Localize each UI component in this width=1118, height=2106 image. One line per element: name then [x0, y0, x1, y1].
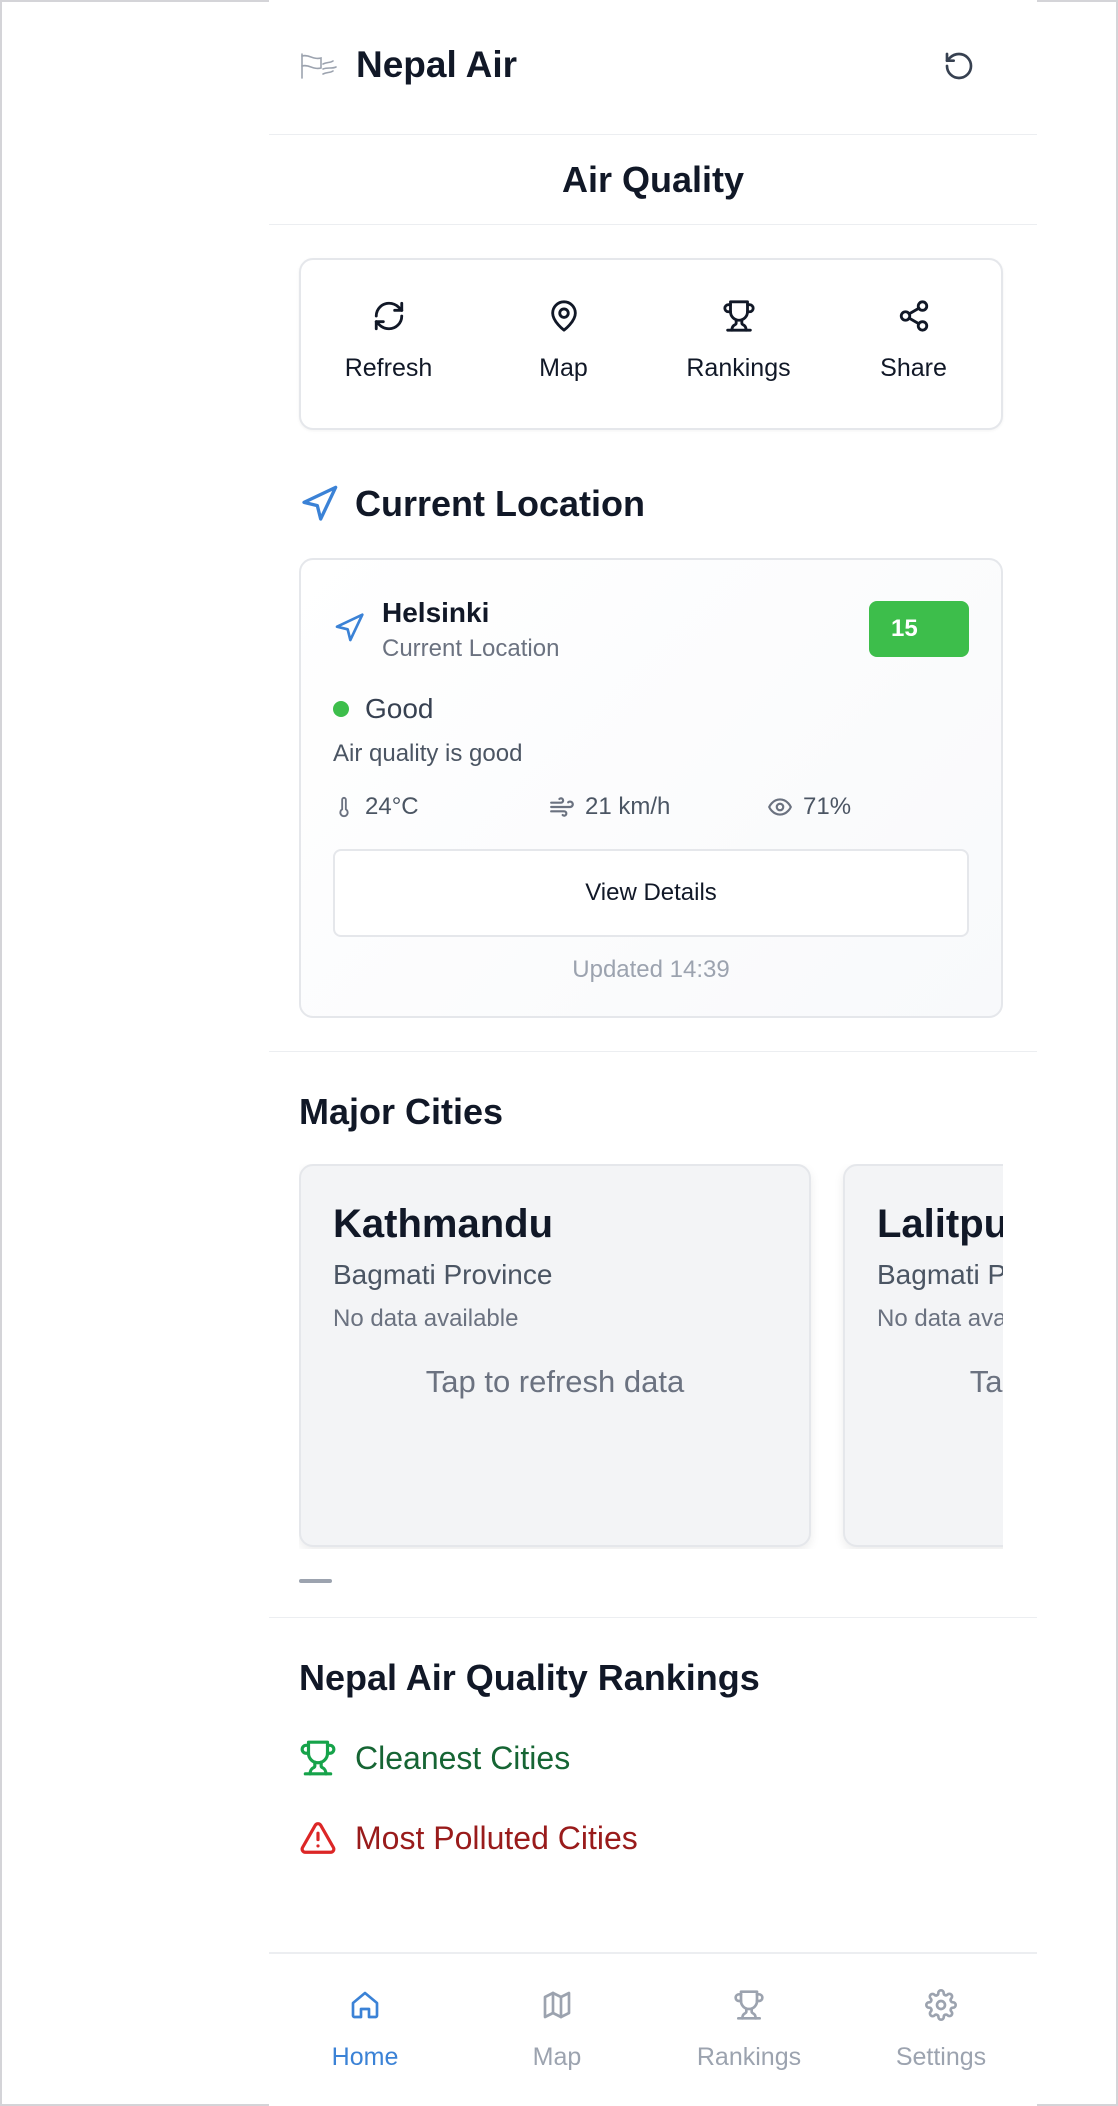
humidity-value: 71% — [803, 793, 852, 820]
app-header: Nepal Air — [269, 0, 1037, 135]
cleanest-cities-label: Cleanest Cities — [355, 1739, 571, 1776]
current-location-card[interactable]: Helsinki Current Location 15 Good Air qu… — [299, 558, 1003, 1018]
thermometer-icon — [333, 794, 355, 820]
city-card-name: Kathmandu — [333, 1202, 553, 1246]
share-icon — [896, 298, 932, 334]
nav-rankings[interactable]: Rankings — [653, 1954, 845, 2106]
most-polluted-cities-link[interactable]: Most Polluted Cities — [299, 1819, 638, 1857]
quick-actions: Refresh Map Rankings Share — [299, 258, 1003, 430]
carousel-scroll-indicator[interactable] — [299, 1579, 332, 1583]
reset-button[interactable] — [939, 46, 979, 86]
map-button[interactable]: Map — [476, 260, 651, 428]
aqi-status: Good — [365, 693, 434, 724]
city-card-name: Lalitpur — [877, 1202, 1003, 1246]
nav-settings[interactable]: Settings — [845, 1954, 1037, 2106]
city-card-province: Bagmati Province — [877, 1259, 1003, 1290]
location-arrow-icon — [333, 612, 365, 649]
location-subtitle: Current Location — [382, 635, 560, 662]
share-label: Share — [880, 354, 947, 382]
view-details-button[interactable]: View Details — [333, 849, 969, 937]
refresh-button[interactable]: Refresh — [301, 260, 476, 428]
wind-icon — [549, 794, 575, 820]
current-location-title: Current Location — [355, 483, 646, 524]
navigation-icon — [299, 484, 339, 524]
nav-rankings-label: Rankings — [696, 2043, 802, 2071]
section-divider — [269, 1051, 1037, 1052]
map-label: Map — [539, 354, 588, 382]
rankings-button[interactable]: Rankings — [651, 260, 826, 428]
trophy-icon — [733, 1987, 765, 2023]
city-card-lalitpur[interactable]: Lalitpur Bagmati Province No data availa… — [843, 1164, 1003, 1547]
refresh-label: Refresh — [344, 354, 433, 382]
city-card-status: No data available — [333, 1305, 519, 1332]
bottom-navigation: Home Map Rankings Settings — [269, 1952, 1037, 2106]
aqi-badge: 15 — [869, 601, 969, 657]
most-polluted-cities-label: Most Polluted Cities — [355, 1819, 638, 1856]
cleanest-cities-link[interactable]: Cleanest Cities — [299, 1739, 570, 1777]
nav-home[interactable]: Home — [269, 1954, 461, 2106]
nav-settings-label: Settings — [895, 2043, 987, 2071]
rotate-ccw-icon — [945, 52, 973, 80]
section-divider — [269, 1617, 1037, 1618]
trophy-icon — [299, 1739, 337, 1777]
city-card-kathmandu[interactable]: Kathmandu Bagmati Province No data avail… — [299, 1164, 811, 1547]
temperature-value: 24°C — [365, 793, 419, 820]
wind-value: 21 km/h — [585, 793, 671, 820]
page-title: Air Quality — [561, 159, 745, 200]
trophy-icon — [721, 298, 757, 334]
app-container: Nepal Air Air Quality Refresh Map Rankin… — [269, 0, 1037, 2106]
city-card-status: No data available — [877, 1305, 1003, 1332]
map-icon — [541, 1987, 573, 2023]
nav-map-label: Map — [532, 2043, 582, 2071]
city-card-province: Bagmati Province — [333, 1259, 553, 1290]
warning-triangle-icon — [299, 1819, 337, 1857]
map-pin-icon — [546, 298, 582, 334]
location-city-name: Helsinki — [382, 597, 490, 628]
city-card-refresh-hint: Tap to refresh data — [969, 1364, 1003, 1399]
app-title: Nepal Air — [356, 44, 518, 85]
humidity-metric: 71% — [767, 793, 851, 821]
aqi-description: Air quality is good — [333, 740, 523, 767]
eye-icon — [767, 794, 793, 820]
nav-map[interactable]: Map — [461, 1954, 653, 2106]
rankings-title: Nepal Air Quality Rankings — [299, 1657, 760, 1698]
city-card-refresh-hint: Tap to refresh data — [425, 1364, 685, 1399]
home-icon — [349, 1987, 381, 2023]
updated-time: Updated 14:39 — [572, 956, 730, 983]
status-dot — [333, 701, 349, 717]
nav-home-label: Home — [331, 2043, 399, 2071]
share-button[interactable]: Share — [826, 260, 1001, 428]
temperature-metric: 24°C — [333, 793, 419, 821]
rankings-label: Rankings — [686, 354, 791, 382]
wind-metric: 21 km/h — [549, 793, 670, 821]
refresh-icon — [371, 298, 407, 334]
current-location-header: Current Location — [299, 483, 645, 525]
major-cities-title: Major Cities — [299, 1091, 504, 1132]
major-cities-carousel[interactable]: Kathmandu Bagmati Province No data avail… — [299, 1164, 1003, 1549]
wind-logo-icon — [299, 50, 339, 82]
gear-icon — [925, 1987, 957, 2023]
page-title-bar: Air Quality — [269, 135, 1037, 225]
